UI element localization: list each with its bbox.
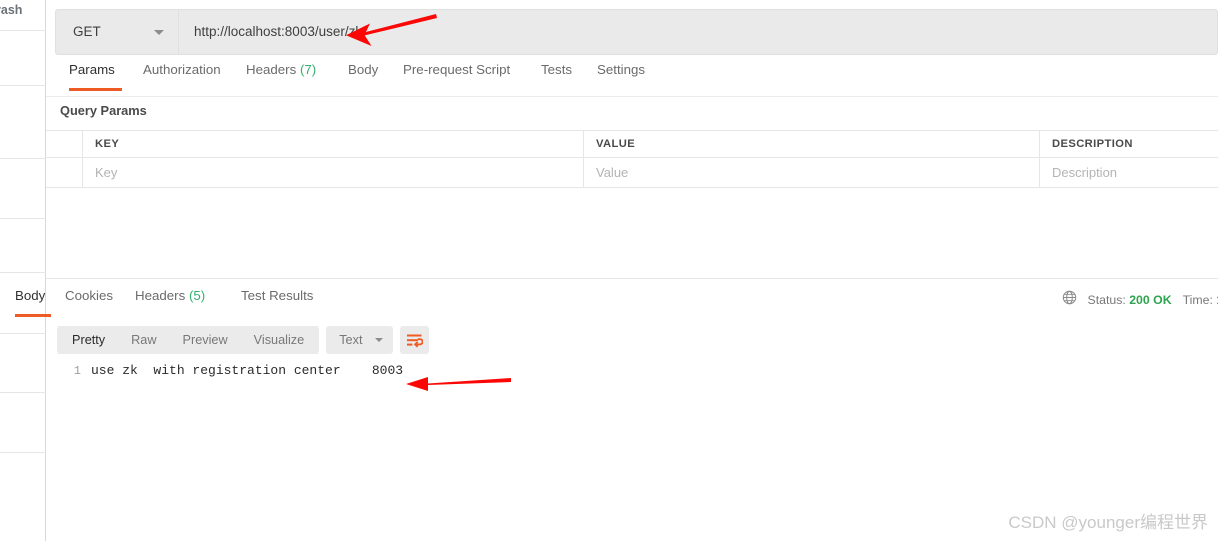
wrap-lines-button[interactable] — [400, 326, 430, 354]
request-tab-tests[interactable]: Tests — [541, 62, 572, 77]
content-type-select[interactable]: Text — [326, 326, 394, 354]
tab-label: Authorization — [143, 62, 221, 77]
request-tab-body[interactable]: Body — [348, 62, 378, 77]
response-tab-test-results[interactable]: Test Results — [241, 288, 313, 303]
cell-val-input[interactable]: Value — [583, 158, 1039, 187]
response-view-toolbar: Pretty Raw Preview Visualize Text — [57, 326, 430, 354]
tab-label: Cookies — [65, 288, 114, 303]
status-badge: Status: 200 OK — [1088, 293, 1172, 307]
tab-count: (7) — [296, 62, 317, 77]
watermark: CSDN @younger编程世界 — [1008, 513, 1208, 532]
table-header-row: KEY VALUE DESCRIPTION — [46, 131, 1218, 158]
query-params-title: Query Params — [60, 103, 147, 118]
tab-label: Settings — [597, 62, 646, 77]
request-tab-settings[interactable]: Settings — [597, 62, 645, 77]
request-tab-headers[interactable]: Headers (7) — [246, 62, 316, 77]
column-header-val: VALUE — [583, 131, 1039, 157]
response-view-modes: Pretty Raw Preview Visualize — [57, 326, 320, 354]
code-line-text: use zk with registration center 8003 — [91, 363, 404, 378]
query-params-table: KEY VALUE DESCRIPTION Key Value Description — [46, 130, 1218, 188]
request-tab-pre-request-script[interactable]: Pre-request Script — [403, 62, 510, 77]
request-tabs: Params Authorization Headers (7) Body Pre-re… — [55, 62, 1218, 96]
view-mode-pretty[interactable]: Pretty — [59, 326, 118, 354]
request-tab-authorization[interactable]: Authorization — [143, 62, 221, 77]
url-input-value: http://localhost:8003/user/zk — [194, 24, 363, 39]
http-method-label: GET — [73, 24, 101, 39]
response-body-code[interactable]: 1 use zk with registration center 8003 — [57, 363, 1157, 378]
http-method-select[interactable]: GET — [55, 9, 179, 55]
status-label: Status: — [1087, 293, 1126, 307]
tab-label: Headers — [135, 288, 186, 303]
globe-icon[interactable] — [1062, 290, 1077, 310]
time-label: Time: — [1182, 293, 1213, 307]
url-input[interactable]: http://localhost:8003/user/zk — [179, 9, 1218, 55]
request-tabs-divider — [46, 96, 1218, 97]
content-type-label: Text — [339, 333, 363, 347]
column-header-key: KEY — [82, 131, 583, 157]
sidebar-trash-label[interactable]: rash — [0, 3, 22, 17]
tab-label: Headers — [246, 62, 297, 77]
active-tab-underline — [69, 88, 122, 91]
cell-key-input[interactable]: Key — [82, 158, 583, 187]
active-tab-underline — [15, 314, 51, 317]
view-mode-preview[interactable]: Preview — [170, 326, 241, 354]
view-mode-visualize[interactable]: Visualize — [241, 326, 318, 354]
request-tab-params[interactable]: Params — [69, 62, 115, 77]
tab-label: Body — [348, 62, 379, 77]
response-divider[interactable] — [46, 278, 1218, 279]
postman-window: rash GET http://localhost:8003/user/zk P… — [0, 0, 1218, 541]
wrap-lines-icon — [407, 334, 424, 347]
response-tab-headers[interactable]: Headers (5) — [135, 288, 205, 303]
tab-label: Test Results — [241, 288, 314, 303]
left-sidebar: rash — [0, 0, 46, 541]
chevron-down-icon — [375, 338, 384, 342]
response-tab-cookies[interactable]: Cookies — [65, 288, 113, 303]
sidebar-divider — [0, 452, 46, 453]
column-header-chk — [46, 131, 82, 157]
view-mode-raw[interactable]: Raw — [118, 326, 169, 354]
sidebar-divider — [0, 30, 46, 31]
sidebar-divider — [0, 392, 46, 393]
column-header-desc: DESCRIPTION — [1039, 131, 1218, 157]
sidebar-divider — [0, 218, 46, 219]
time-badge: Time: 10 — [1183, 293, 1218, 307]
response-tab-body[interactable]: Body — [15, 288, 45, 303]
tab-count: (5) — [185, 288, 206, 303]
tab-label: Pre-request Script — [403, 62, 511, 77]
table-row[interactable]: Key Value Description — [46, 158, 1218, 188]
sidebar-divider — [0, 272, 46, 273]
response-tabs: Body Cookies Headers (5) Test Results — [9, 288, 1172, 317]
status-value: 200 OK — [1129, 293, 1172, 307]
response-status-area: Status: 200 OK Time: 10 — [1062, 289, 1218, 311]
chevron-down-icon — [154, 30, 164, 35]
code-line: 1 use zk with registration center 8003 — [57, 363, 1157, 378]
main-panel: GET http://localhost:8003/user/zk Params… — [46, 0, 1218, 541]
sidebar-divider — [0, 158, 46, 159]
line-number: 1 — [73, 364, 81, 378]
cell-desc-input[interactable]: Description — [1039, 158, 1218, 187]
sidebar-divider — [0, 85, 46, 86]
tab-label: Tests — [541, 62, 573, 77]
tab-label: Params — [69, 62, 115, 77]
tab-label: Body — [15, 288, 46, 303]
cell-chk-input[interactable] — [46, 158, 82, 187]
sidebar-divider — [0, 333, 46, 334]
request-url-bar: GET http://localhost:8003/user/zk — [55, 9, 1218, 55]
